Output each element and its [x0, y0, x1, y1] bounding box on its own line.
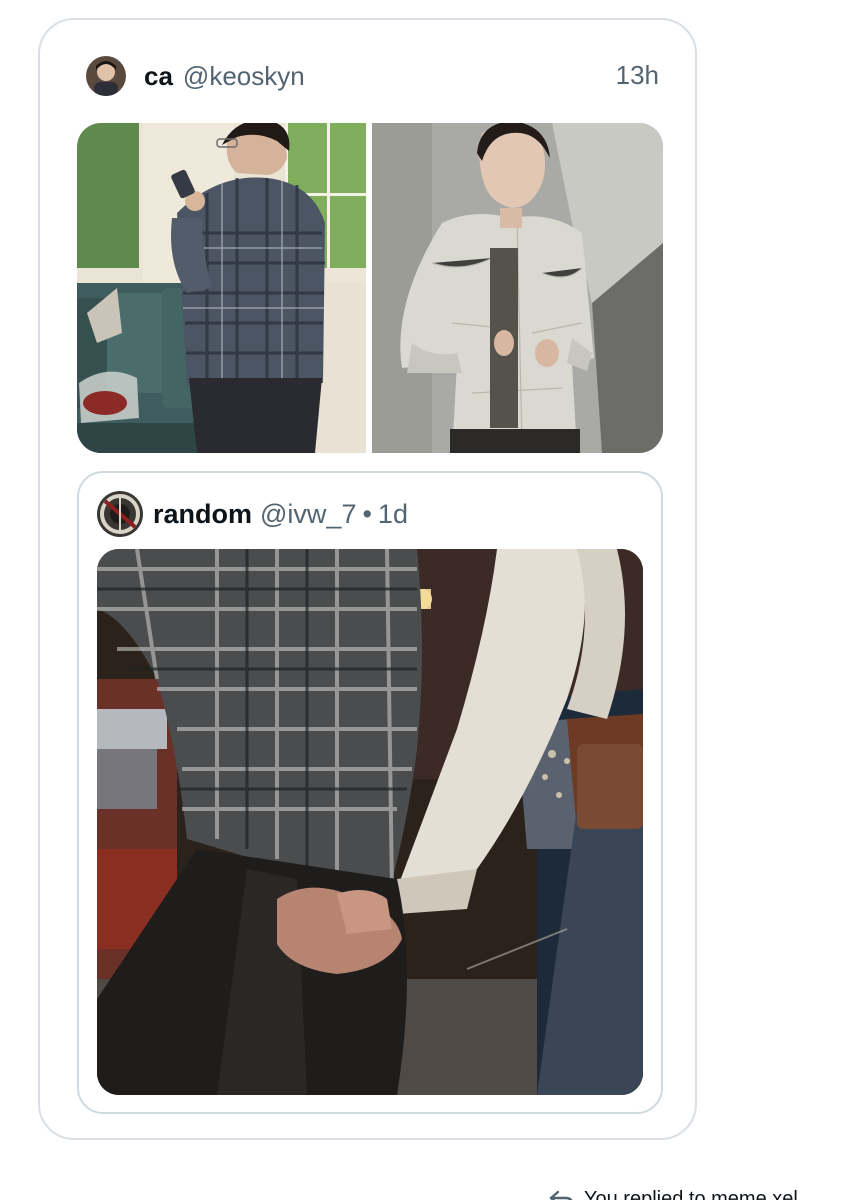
reply-arrow-icon: [549, 1190, 573, 1200]
quoted-author-avatar[interactable]: [97, 491, 143, 537]
tweet-media-photo-1[interactable]: [77, 123, 366, 453]
author-display-name[interactable]: ca: [144, 61, 173, 92]
tweet-media-photo-2[interactable]: [372, 123, 663, 453]
timeline-page: ca @keoskyn 13h random @ivw_7 • 1d You r…: [0, 0, 855, 1200]
tweet-card[interactable]: ca @keoskyn 13h random @ivw_7 • 1d: [38, 18, 697, 1140]
tweet-timestamp[interactable]: 13h: [616, 60, 659, 91]
quoted-author-row[interactable]: random @ivw_7 • 1d: [97, 491, 408, 537]
reply-hint-text: You replied to meme xel: [584, 1187, 798, 1200]
quoted-author-display-name[interactable]: random: [153, 499, 252, 530]
quoted-tweet-card[interactable]: random @ivw_7 • 1d: [77, 471, 663, 1114]
reply-hint[interactable]: You replied to meme xel: [548, 1184, 798, 1200]
quoted-timestamp[interactable]: 1d: [378, 499, 408, 530]
tweet-author-row[interactable]: ca @keoskyn: [86, 56, 305, 96]
author-handle[interactable]: @keoskyn: [183, 61, 305, 92]
quoted-media-photo[interactable]: [97, 549, 643, 1095]
quoted-separator: •: [362, 498, 372, 529]
quoted-author-handle[interactable]: @ivw_7: [260, 499, 356, 530]
author-avatar[interactable]: [86, 56, 126, 96]
